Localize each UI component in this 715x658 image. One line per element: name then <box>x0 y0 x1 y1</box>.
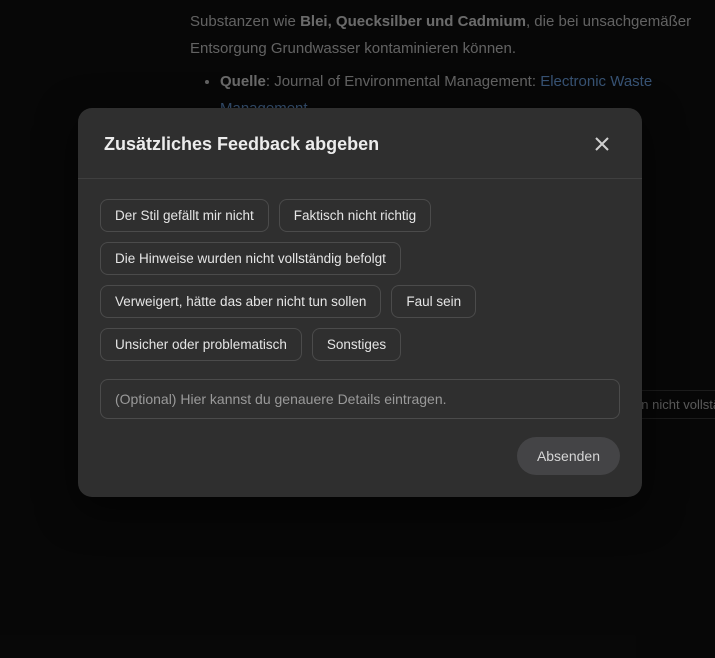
submit-button[interactable]: Absenden <box>517 437 620 475</box>
feedback-detail-input[interactable] <box>100 379 620 419</box>
modal-footer: Absenden <box>100 437 620 475</box>
close-icon <box>595 137 609 151</box>
modal-body: Der Stil gefällt mir nicht Faktisch nich… <box>78 179 642 497</box>
modal-title: Zusätzliches Feedback abgeben <box>104 134 379 155</box>
feedback-tag-lazy[interactable]: Faul sein <box>391 285 476 318</box>
feedback-tag-style[interactable]: Der Stil gefällt mir nicht <box>100 199 269 232</box>
feedback-tag-unsafe[interactable]: Unsicher oder problematisch <box>100 328 302 361</box>
modal-header: Zusätzliches Feedback abgeben <box>78 108 642 179</box>
feedback-tag-factual[interactable]: Faktisch nicht richtig <box>279 199 431 232</box>
feedback-modal: Zusätzliches Feedback abgeben Der Stil g… <box>78 108 642 497</box>
feedback-tag-instructions[interactable]: Die Hinweise wurden nicht vollständig be… <box>100 242 401 275</box>
close-button[interactable] <box>588 130 616 158</box>
feedback-tag-refused[interactable]: Verweigert, hätte das aber nicht tun sol… <box>100 285 381 318</box>
feedback-tag-row: Der Stil gefällt mir nicht Faktisch nich… <box>100 199 620 361</box>
feedback-tag-other[interactable]: Sonstiges <box>312 328 401 361</box>
